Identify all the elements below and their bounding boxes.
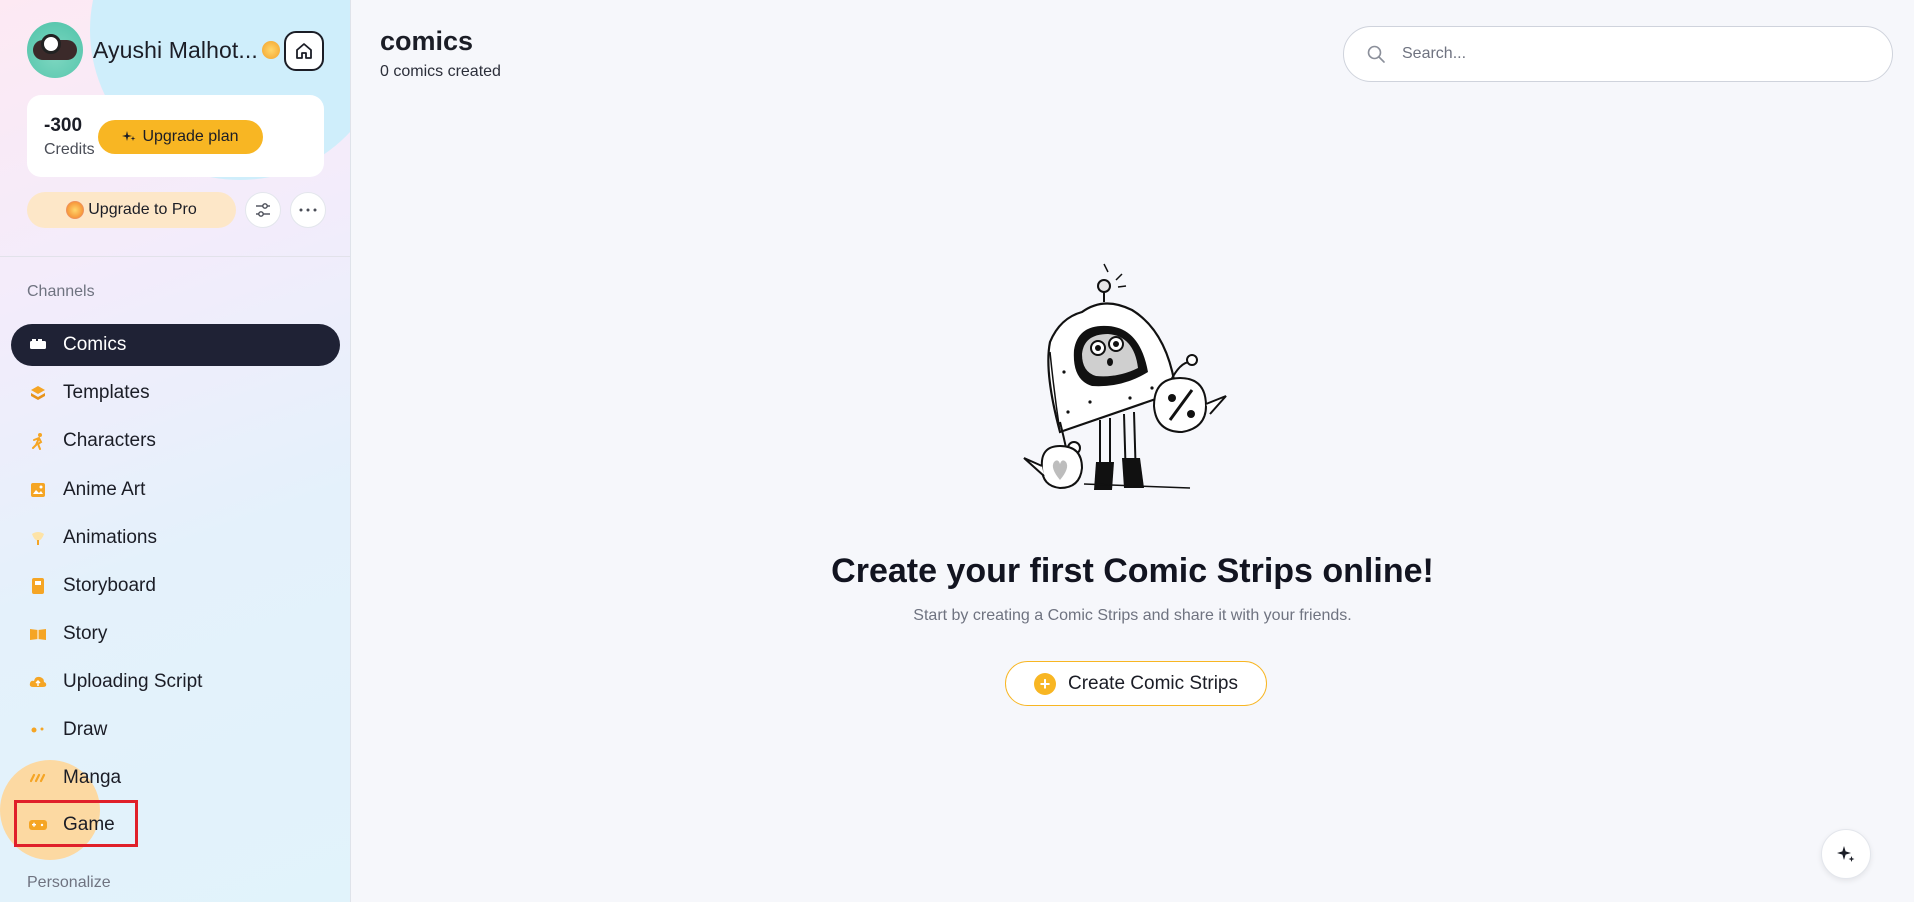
sidebar-item-draw[interactable]: Draw xyxy=(11,709,340,751)
more-button[interactable] xyxy=(290,192,326,228)
plus-icon: + xyxy=(1034,672,1056,695)
manga-icon xyxy=(29,769,47,787)
selection-highlight xyxy=(14,800,138,847)
anime-art-icon xyxy=(29,481,47,499)
credits-label: Credits xyxy=(44,141,95,158)
home-button[interactable] xyxy=(284,31,324,71)
credits-card: -300 Credits Upgrade plan xyxy=(27,95,324,177)
ai-assistant-button[interactable] xyxy=(1821,829,1871,879)
search-icon xyxy=(1367,45,1385,63)
upgrade-to-pro-label: Upgrade to Pro xyxy=(88,201,197,218)
search-input[interactable] xyxy=(1402,45,1842,63)
sidebar-item-label: Anime Art xyxy=(63,479,146,500)
sidebar-item-label: Comics xyxy=(63,334,127,355)
sidebar-item-templates[interactable]: Templates xyxy=(11,372,340,414)
upgrade-to-pro-button[interactable]: Upgrade to Pro xyxy=(27,192,236,228)
sidebar-item-label: Story xyxy=(63,623,108,644)
sidebar-item-label: Characters xyxy=(63,430,156,451)
personalize-label: Personalize xyxy=(27,874,111,891)
sidebar-item-label: Templates xyxy=(63,382,150,403)
user-profile[interactable]: Ayushi Malhot... xyxy=(27,22,280,78)
animations-icon xyxy=(29,529,47,547)
sparkle-icon xyxy=(1837,846,1855,862)
divider xyxy=(0,256,350,257)
sidebar-item-comics[interactable]: Comics xyxy=(11,324,340,366)
credits-value: -300 xyxy=(44,115,83,136)
sliders-icon xyxy=(256,203,270,217)
sidebar: Ayushi Malhot... -300 Credits Upgrade pl… xyxy=(0,0,351,902)
search-box[interactable] xyxy=(1343,26,1893,82)
upgrade-plan-label: Upgrade plan xyxy=(142,128,239,145)
create-comic-strips-button[interactable]: + Create Comic Strips xyxy=(1005,661,1267,706)
home-icon xyxy=(296,43,312,59)
channels-label: Channels xyxy=(27,283,95,300)
medal-icon xyxy=(261,41,280,59)
sidebar-item-label: Draw xyxy=(63,719,108,740)
robot-illustration xyxy=(1023,263,1227,490)
draw-icon xyxy=(29,721,47,739)
sidebar-item-label: Manga xyxy=(63,767,122,788)
medal-icon xyxy=(66,201,85,219)
comics-icon xyxy=(29,336,47,354)
sidebar-item-label: Animations xyxy=(63,527,157,548)
sidebar-item-uploading-script[interactable]: Uploading Script xyxy=(11,661,340,703)
sparkle-icon xyxy=(122,131,136,141)
characters-icon xyxy=(29,432,47,450)
sidebar-item-anime-art[interactable]: Anime Art xyxy=(11,469,340,511)
more-dots-icon xyxy=(299,208,317,212)
create-comic-strips-label: Create Comic Strips xyxy=(1068,672,1238,694)
sidebar-item-manga[interactable]: Manga xyxy=(11,757,340,799)
upgrade-plan-button[interactable]: Upgrade plan xyxy=(98,120,263,154)
sidebar-item-label: Uploading Script xyxy=(63,671,203,692)
settings-button[interactable] xyxy=(245,192,281,228)
story-icon xyxy=(29,625,47,643)
avatar[interactable] xyxy=(27,22,83,78)
empty-state-subtitle: Start by creating a Comic Strips and sha… xyxy=(913,607,1352,624)
templates-icon xyxy=(29,384,47,402)
page-title: comics xyxy=(380,26,474,56)
page-subtitle: 0 comics created xyxy=(380,63,501,80)
upload-script-icon xyxy=(29,673,47,691)
sidebar-item-characters[interactable]: Characters xyxy=(11,420,340,462)
user-name: Ayushi Malhot... xyxy=(93,36,258,63)
empty-state-title: Create your first Comic Strips online! xyxy=(831,552,1434,590)
